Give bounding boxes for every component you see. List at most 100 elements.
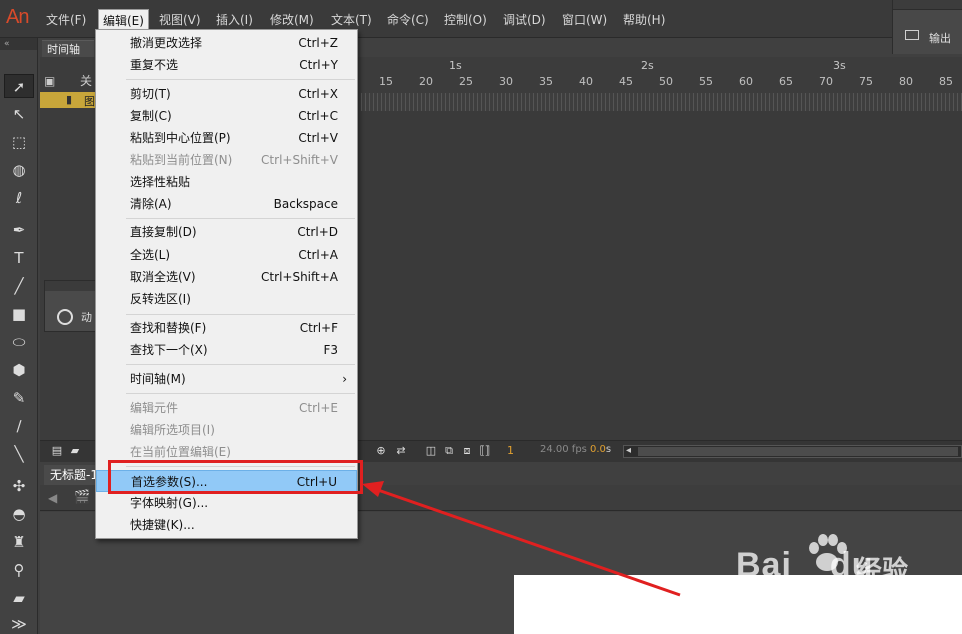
menu-item-undo[interactable]: 撤消更改选择 Ctrl+Z [96,32,357,54]
menu-item-label: 复制(C) [130,109,172,123]
menu-item-shortcut: Ctrl+C [298,109,338,123]
modify-markers-icon[interactable]: ⟦⟧ [478,445,492,457]
menu-help[interactable]: 帮助(H) [619,10,669,30]
motion-presets-panel: 动 [44,280,96,332]
menu-item-paste-center[interactable]: 粘贴到中心位置(P) Ctrl+V [96,127,357,149]
paint-bucket-tool-icon[interactable]: ◓ [4,502,34,526]
menu-item-paste-in-place: 粘贴到当前位置(N) Ctrl+Shift+V [96,149,357,171]
menu-item-keyboard-shortcuts[interactable]: 快捷键(K)... [96,514,357,536]
menu-edit[interactable]: 编辑(E) [98,9,149,31]
menu-view[interactable]: 视图(V) [155,10,205,30]
3d-rotation-tool-icon[interactable]: ◍ [4,158,34,182]
frame-number: 65 [779,75,793,88]
layer-icon: ▮ [66,93,73,106]
bone-tool-icon[interactable]: ✣ [4,474,34,498]
menu-commands[interactable]: 命令(C) [383,10,433,30]
menu-item-clear[interactable]: 清除(A) Backspace [96,193,357,215]
layer-name[interactable]: 图 [84,93,95,109]
menu-item-timeline[interactable]: 时间轴(M) › [96,368,357,390]
menu-item-duplicate[interactable]: 直接复制(D) Ctrl+D [96,221,357,243]
edit-multiple-frames-icon[interactable]: ⧈ [460,445,474,457]
second-marker: 3s [833,59,846,72]
menu-debug[interactable]: 调试(D) [499,10,550,30]
oval-tool-icon[interactable]: ⬭ [4,330,34,354]
eyedropper-tool-icon[interactable]: ⚲ [4,558,34,582]
menu-item-find-next[interactable]: 查找下一个(X) F3 [96,339,357,361]
frame-ruler[interactable]: 1s 2s 3s 15 20 25 30 35 40 45 50 55 60 6… [361,57,962,111]
tools-collapse-icon[interactable]: « [0,38,37,50]
frame-rate[interactable]: 24.00 fps [540,444,587,455]
frame-number: 70 [819,75,833,88]
menu-text[interactable]: 文本(T) [327,10,376,30]
frame-number: 35 [539,75,553,88]
layer-header: ▣ 关 [40,71,96,91]
center-frame-icon[interactable]: ⊕ [374,445,388,457]
lasso-tool-icon[interactable]: ℓ [4,186,34,210]
menu-item-paste-special[interactable]: 选择性粘贴 [96,171,357,193]
scroll-thumb[interactable] [638,447,958,456]
menu-item-label: 取消全选(V) [130,270,196,284]
polystar-tool-icon[interactable]: ⬢ [4,358,34,382]
menu-item-select-all[interactable]: 全选(L) Ctrl+A [96,244,357,266]
menu-item-label: 反转选区(I) [130,292,191,306]
motion-panel-label[interactable]: 动 [81,309,92,325]
frame-cells[interactable] [361,93,962,111]
subselection-tool-icon[interactable]: ↖ [4,102,34,126]
back-arrow-icon[interactable]: ◀ [48,491,57,505]
width-tool-icon[interactable]: ≫ [4,612,34,634]
onion-skin-icon[interactable]: ◫ [424,445,438,457]
monitor-icon[interactable] [905,30,919,40]
menu-item-shortcut: Ctrl+Shift+V [261,153,338,167]
layer-row[interactable]: ▮ 图 [40,92,96,108]
free-transform-tool-icon[interactable]: ⬚ [4,130,34,154]
menu-item-label: 编辑元件 [130,401,179,415]
clapper-icon[interactable]: 🎬 [74,490,90,505]
new-folder-icon[interactable]: ▰ [68,445,82,457]
menu-item-deselect-all[interactable]: 取消全选(V) Ctrl+Shift+A [96,266,357,288]
panel-grip[interactable] [45,281,95,291]
menu-item-label: 粘贴到中心位置(P) [130,131,231,145]
brush-tool-icon[interactable]: ╲ [4,442,34,466]
submenu-arrow-icon: › [342,372,347,386]
rectangle-tool-icon[interactable]: ■ [4,302,34,326]
annotation-highlight-box [108,460,363,494]
menu-item-redo[interactable]: 重复不选 Ctrl+Y [96,54,357,76]
new-layer-icon[interactable]: ▤ [50,445,64,457]
eraser-tool-icon[interactable]: ▰ [4,586,34,610]
line-tool-icon[interactable]: ╱ [4,274,34,298]
menu-insert[interactable]: 插入(I) [212,10,257,30]
frame-number: 85 [939,75,953,88]
pencil-tool-icon[interactable]: ✎ [4,386,34,410]
frame-number: 15 [379,75,393,88]
loop-icon[interactable]: ⇄ [394,445,408,457]
timeline-tab[interactable]: 时间轴 [42,40,94,57]
output-label[interactable]: 输出 [929,30,951,46]
pen-tool-icon[interactable]: ✒ [4,218,34,242]
paint-brush-tool-icon[interactable]: ∕ [4,414,34,438]
document-tab[interactable]: 无标题-1 [44,465,100,485]
selection-tool-icon[interactable]: ➚ [4,74,34,98]
scroll-left-icon[interactable]: ◂ [626,445,631,456]
menu-item-font-mapping[interactable]: 字体映射(G)... [96,492,357,514]
panel-grip[interactable] [893,0,962,10]
motion-presets-icon[interactable] [57,309,73,325]
ink-bottle-tool-icon[interactable]: ♜ [4,530,34,554]
menu-control[interactable]: 控制(O) [440,10,491,30]
onion-outline-icon[interactable]: ⧉ [442,445,456,457]
tools-panel: « ➚ ↖ ⬚ ◍ ℓ ✒ T ╱ ■ ⬭ ⬢ ✎ ∕ ╲ ✣ ◓ ♜ ⚲ ▰ … [0,38,38,634]
frame-number: 60 [739,75,753,88]
menu-item-label: 查找和替换(F) [130,321,207,335]
menu-modify[interactable]: 修改(M) [266,10,318,30]
frame-number: 20 [419,75,433,88]
menu-window[interactable]: 窗口(W) [558,10,611,30]
text-tool-icon[interactable]: T [4,246,34,270]
show-hide-icon[interactable]: ▣ [44,71,55,91]
timeline-scrollbar[interactable]: ◂ [623,445,962,458]
menu-item-copy[interactable]: 复制(C) Ctrl+C [96,105,357,127]
menu-separator [126,314,355,315]
menu-file[interactable]: 文件(F) [42,10,90,30]
menu-item-invert-selection[interactable]: 反转选区(I) [96,288,357,310]
menu-item-find-replace[interactable]: 查找和替换(F) Ctrl+F [96,317,357,339]
menu-item-cut[interactable]: 剪切(T) Ctrl+X [96,83,357,105]
timeline-frames-area[interactable] [361,111,962,440]
